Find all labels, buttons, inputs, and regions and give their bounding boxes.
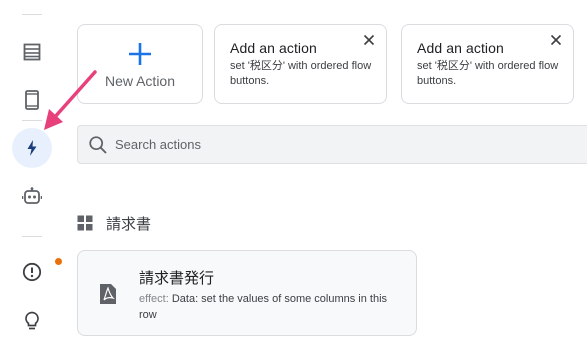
lightbulb-icon <box>25 311 39 330</box>
rail-item-views[interactable] <box>12 80 52 120</box>
rail-item-tips[interactable] <box>12 301 52 341</box>
notification-dot <box>55 258 62 265</box>
rail-item-issues[interactable] <box>12 252 52 292</box>
new-action-button[interactable]: New Action <box>77 24 203 104</box>
suggested-action-card[interactable]: Add an action set '税区分' with ordered flo… <box>401 24 574 104</box>
table-icon <box>23 43 41 61</box>
effect-key: effect: <box>139 293 169 305</box>
rail-divider <box>22 236 42 237</box>
suggested-action-card[interactable]: Add an action set '税区分' with ordered flo… <box>214 24 387 104</box>
effect-value: Data: set the values of some columns in … <box>139 293 388 321</box>
new-action-label: New Action <box>104 73 176 89</box>
rail-item-data[interactable] <box>12 32 52 72</box>
rail-divider <box>22 120 42 121</box>
left-rail <box>0 0 64 345</box>
search-input[interactable] <box>115 137 515 152</box>
plus-icon <box>129 43 151 65</box>
suggested-action-description: set '税区分' with ordered flow buttons. <box>417 60 559 87</box>
lightning-icon <box>27 140 37 156</box>
section-title: 請求書 <box>106 214 152 233</box>
suggested-action-description: set '税区分' with ordered flow buttons. <box>230 60 372 87</box>
search-bar[interactable] <box>77 125 587 164</box>
close-icon[interactable] <box>362 33 376 47</box>
rail-item-automation[interactable] <box>12 176 52 216</box>
rail-item-actions[interactable] <box>12 128 52 168</box>
rail-divider <box>22 14 42 15</box>
close-icon[interactable] <box>549 33 563 47</box>
grid-icon <box>77 215 93 231</box>
action-card[interactable]: 請求書発行 effect: Data: set the values of so… <box>77 250 417 336</box>
pdf-icon <box>100 284 116 304</box>
action-effect: effect: Data: set the values of some col… <box>139 291 404 323</box>
phone-icon <box>25 90 39 110</box>
search-icon <box>89 135 107 154</box>
bot-icon <box>22 187 42 204</box>
alert-circle-icon <box>22 262 42 282</box>
section-header: 請求書 <box>77 213 151 233</box>
action-name: 請求書発行 <box>139 269 215 287</box>
